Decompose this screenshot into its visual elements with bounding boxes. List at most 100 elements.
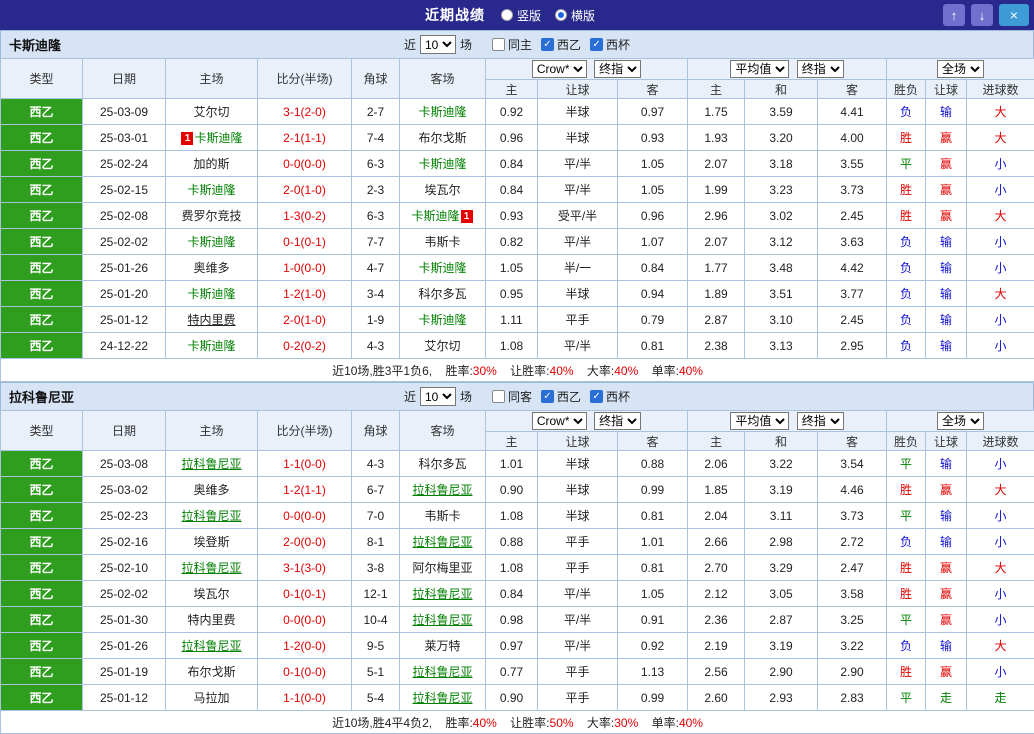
same-venue-checkbox[interactable] — [491, 38, 505, 51]
home-team-link[interactable]: 特内里费 — [187, 313, 235, 327]
home-team-link[interactable]: 布尔戈斯 — [187, 665, 235, 679]
odds-stage-select[interactable]: 终指 — [594, 60, 642, 78]
away-team-link[interactable]: 拉科鲁尼亚 — [412, 535, 472, 549]
match-score-link[interactable]: 1-3(0-2) — [257, 202, 352, 229]
odds-handicap-cell: 平/半 — [537, 176, 618, 203]
away-team-link[interactable]: 埃瓦尔 — [424, 183, 460, 197]
home-team-link[interactable]: 卡斯迪隆 — [194, 131, 242, 145]
result-goals-cell: 小 — [966, 176, 1034, 203]
away-team-cell: 拉科鲁尼亚 — [399, 580, 486, 607]
league-filter[interactable]: 西乙 — [541, 388, 581, 405]
home-team-link[interactable]: 奥维多 — [193, 483, 229, 497]
match-score-link[interactable]: 0-1(0-1) — [257, 228, 352, 255]
away-team-link[interactable]: 卡斯迪隆 — [418, 105, 466, 119]
away-team-link[interactable]: 科尔多瓦 — [418, 457, 466, 471]
away-team-link[interactable]: 拉科鲁尼亚 — [412, 613, 472, 627]
away-team-link[interactable]: 拉科鲁尼亚 — [412, 587, 472, 601]
home-team-link[interactable]: 艾尔切 — [193, 105, 229, 119]
home-team-link[interactable]: 卡斯迪隆 — [187, 235, 235, 249]
home-team-link[interactable]: 奥维多 — [193, 261, 229, 275]
away-team-link[interactable]: 莱万特 — [424, 639, 460, 653]
same-venue-checkbox[interactable] — [491, 390, 505, 403]
home-team-link[interactable]: 拉科鲁尼亚 — [181, 561, 241, 575]
home-team-link[interactable]: 卡斯迪隆 — [187, 183, 235, 197]
average-select[interactable]: 平均值 — [730, 412, 790, 430]
home-team-link[interactable]: 拉科鲁尼亚 — [181, 457, 241, 471]
away-team-link[interactable]: 阿尔梅里亚 — [412, 561, 472, 575]
cup-filter[interactable]: 西杯 — [590, 36, 630, 53]
match-score-link[interactable]: 0-2(0-2) — [257, 332, 352, 359]
match-score-link[interactable]: 0-0(0-0) — [257, 150, 352, 177]
match-score-link[interactable]: 1-2(0-0) — [257, 632, 352, 659]
away-team-link[interactable]: 布尔戈斯 — [418, 131, 466, 145]
home-team-link[interactable]: 费罗尔竞技 — [181, 209, 241, 223]
match-score-link[interactable]: 1-1(0-0) — [257, 684, 352, 711]
away-team-link[interactable]: 韦斯卡 — [424, 235, 460, 249]
same-venue-filter[interactable]: 同主 — [491, 36, 532, 53]
full-game-select[interactable]: 全场 — [937, 60, 985, 78]
average-stage-select[interactable]: 终指 — [796, 412, 844, 430]
avg-home-cell: 2.60 — [687, 684, 746, 711]
full-game-select[interactable]: 全场 — [937, 412, 985, 430]
recent-count-select[interactable]: 10 — [419, 35, 456, 54]
recent-count-select[interactable]: 10 — [419, 387, 456, 406]
home-team-link[interactable]: 埃瓦尔 — [193, 587, 229, 601]
match-score-link[interactable]: 1-2(1-0) — [257, 280, 352, 307]
table-row: 西乙 25-02-15 卡斯迪隆 2-0(1-0) 2-3 埃瓦尔 0.84 平/半 1.05 1… — [0, 176, 1034, 203]
home-team-link[interactable]: 特内里费 — [187, 613, 235, 627]
home-team-link[interactable]: 埃登斯 — [193, 535, 229, 549]
odds-away-cell: 0.97 — [616, 98, 689, 125]
home-team-link[interactable]: 拉科鲁尼亚 — [181, 639, 241, 653]
league-filter[interactable]: 西乙 — [541, 36, 581, 53]
home-team-link[interactable]: 拉科鲁尼亚 — [181, 509, 241, 523]
home-team-link[interactable]: 马拉加 — [193, 691, 229, 705]
match-score-link[interactable]: 2-0(1-0) — [257, 176, 352, 203]
league-checkbox[interactable] — [541, 38, 554, 51]
odds-stage-select[interactable]: 终指 — [594, 412, 642, 430]
view-option-horizontal[interactable]: 横版 — [555, 7, 595, 24]
match-score-link[interactable]: 3-1(3-0) — [257, 554, 352, 581]
move-down-button[interactable]: ↓ — [971, 4, 993, 26]
away-team-link[interactable]: 卡斯迪隆 — [418, 313, 466, 327]
move-up-button[interactable]: ↑ — [943, 4, 965, 26]
match-score-link[interactable]: 0-1(0-1) — [257, 580, 352, 607]
cup-checkbox[interactable] — [590, 390, 604, 403]
away-team-link[interactable]: 拉科鲁尼亚 — [412, 691, 472, 705]
away-team-link[interactable]: 卡斯迪隆 — [418, 261, 466, 275]
match-score-link[interactable]: 1-0(0-0) — [257, 254, 352, 281]
home-team-link[interactable]: 卡斯迪隆 — [187, 339, 235, 353]
match-score-link[interactable]: 0-1(0-0) — [257, 658, 352, 685]
average-select[interactable]: 平均值 — [730, 60, 790, 78]
close-button[interactable]: × — [999, 4, 1029, 26]
away-team-link[interactable]: 卡斯迪隆 — [411, 209, 459, 223]
result-wdl-cell: 负 — [886, 228, 927, 255]
match-score-link[interactable]: 2-0(0-0) — [257, 528, 352, 555]
away-team-link[interactable]: 拉科鲁尼亚 — [412, 665, 472, 679]
same-venue-filter[interactable]: 同客 — [491, 388, 532, 405]
bookmaker-select[interactable]: Crow* — [531, 60, 587, 78]
match-score-link[interactable]: 0-0(0-0) — [257, 606, 352, 633]
cup-checkbox[interactable] — [590, 38, 604, 51]
away-team-link[interactable]: 科尔多瓦 — [418, 287, 466, 301]
away-team-link[interactable]: 艾尔切 — [424, 339, 460, 353]
same-venue-label: 同主 — [507, 38, 532, 52]
view-option-vertical[interactable]: 竖版 — [500, 7, 541, 24]
odds-group-header: Crow* 终指 — [484, 410, 689, 432]
home-team-cell: 拉科鲁尼亚 — [165, 554, 258, 581]
away-team-link[interactable]: 韦斯卡 — [424, 509, 460, 523]
result-goals-cell: 大 — [966, 632, 1034, 659]
home-team-link[interactable]: 加的斯 — [193, 157, 229, 171]
away-team-link[interactable]: 拉科鲁尼亚 — [412, 483, 472, 497]
bookmaker-select[interactable]: Crow* — [531, 412, 587, 430]
match-score-link[interactable]: 3-1(2-0) — [257, 98, 352, 125]
cup-filter[interactable]: 西杯 — [590, 388, 630, 405]
match-score-link[interactable]: 2-0(1-0) — [257, 306, 352, 333]
match-score-link[interactable]: 1-2(1-1) — [257, 476, 352, 503]
match-score-link[interactable]: 1-1(0-0) — [257, 450, 352, 477]
average-stage-select[interactable]: 终指 — [796, 60, 844, 78]
league-checkbox[interactable] — [541, 390, 554, 403]
match-score-link[interactable]: 0-0(0-0) — [257, 502, 352, 529]
away-team-link[interactable]: 卡斯迪隆 — [418, 157, 466, 171]
match-score-link[interactable]: 2-1(1-1) — [257, 124, 352, 151]
home-team-link[interactable]: 卡斯迪隆 — [187, 287, 235, 301]
